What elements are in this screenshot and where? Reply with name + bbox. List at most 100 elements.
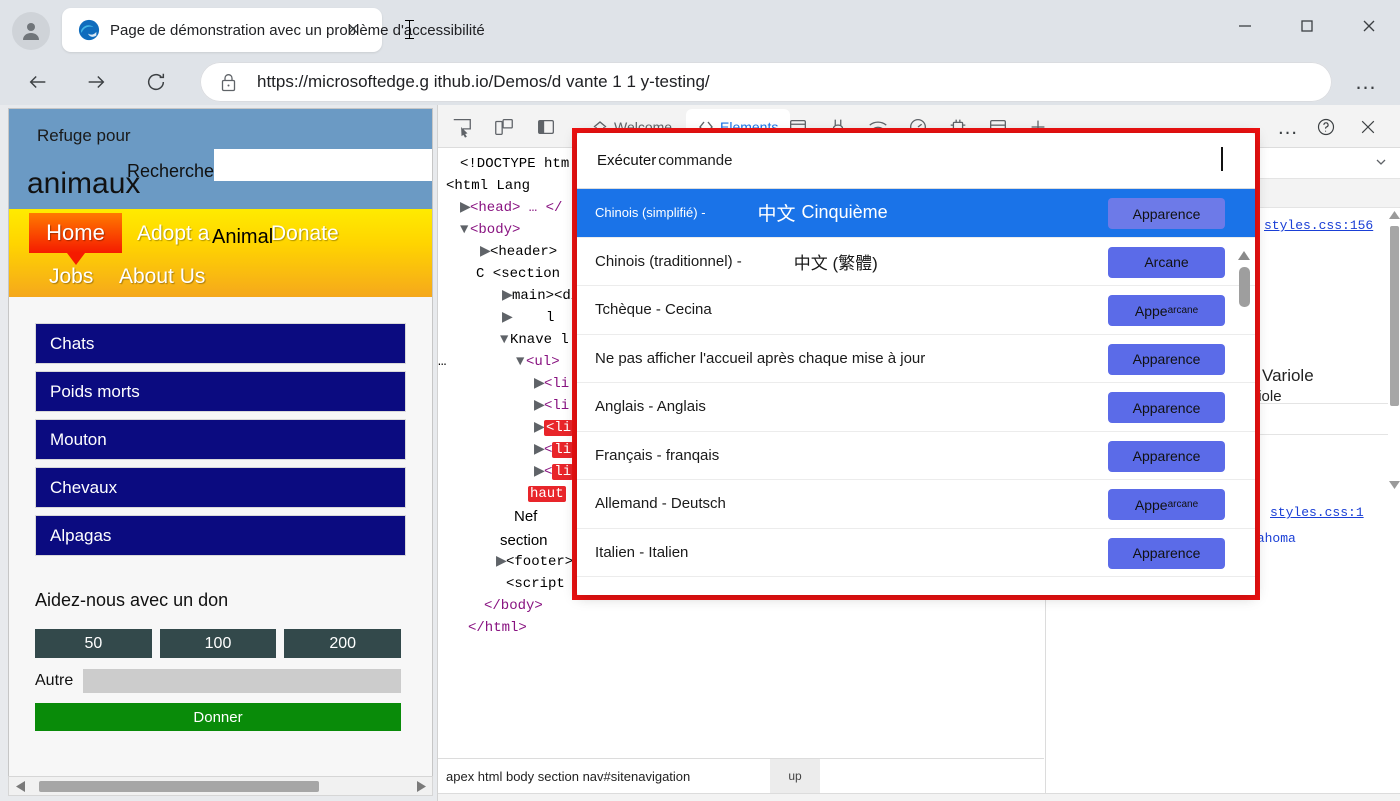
badge-sub: arcane xyxy=(1167,305,1199,316)
dom-node[interactable]: <script xyxy=(506,576,565,593)
dom-node[interactable]: </html> xyxy=(468,620,527,637)
browser-tab[interactable]: Page de démonstration avec un problème d… xyxy=(62,8,485,52)
dom-node[interactable]: <html Lang xyxy=(446,178,530,195)
nav-item-adopt[interactable]: Adopt a xyxy=(137,222,209,246)
command-item[interactable]: Chinois (simplifié) - 中文 Cinquième Appar… xyxy=(577,189,1255,238)
command-item[interactable]: Français - franqais Apparence xyxy=(577,432,1255,480)
command-item[interactable]: Chinois (traditionnel) - 中文 (繁體) Arcane xyxy=(577,238,1255,286)
device-toggle-icon[interactable] xyxy=(486,112,522,142)
close-devtools-icon[interactable] xyxy=(1351,112,1385,142)
dom-node[interactable]: ▶<li xyxy=(534,376,569,393)
command-item[interactable]: Anglais - Anglais Apparence xyxy=(577,383,1255,432)
nav-item-home[interactable]: Home xyxy=(29,213,122,265)
breadcrumb-text[interactable]: apex html body section nav#sitenavigatio… xyxy=(438,769,690,784)
profile-avatar[interactable] xyxy=(12,12,50,50)
nav-item-jobs[interactable]: Jobs xyxy=(49,265,93,289)
dom-node-label: <li xyxy=(544,420,574,436)
reload-button[interactable] xyxy=(136,62,176,102)
command-item[interactable]: Italien - Italien Apparence xyxy=(577,529,1255,577)
back-button[interactable] xyxy=(18,62,58,102)
dom-node-error[interactable]: ▶<li xyxy=(534,464,574,481)
scroll-thumb[interactable] xyxy=(1239,267,1250,307)
donate-amount-100[interactable]: 100 xyxy=(159,629,277,658)
more-options-icon[interactable]: … xyxy=(1271,112,1305,142)
command-item-label: Français - franqais xyxy=(595,446,720,464)
site-title-line2: animaux xyxy=(27,167,141,200)
category-item[interactable]: Chevaux xyxy=(35,467,406,508)
dock-side-icon[interactable] xyxy=(528,112,564,142)
command-item[interactable]: Tchèque - Cecina Appe arcane xyxy=(577,286,1255,335)
dom-node[interactable]: Nef xyxy=(514,508,537,525)
chevron-down-icon[interactable] xyxy=(1373,154,1389,173)
category-item[interactable]: Mouton xyxy=(35,419,406,460)
close-window-button[interactable] xyxy=(1338,0,1400,52)
dom-node[interactable]: ▼ <ul> xyxy=(516,354,560,371)
inspect-element-icon[interactable] xyxy=(444,112,480,142)
command-item-badge[interactable]: Apparence xyxy=(1108,392,1225,423)
browser-chrome: Page de démonstration avec un problème d… xyxy=(0,0,1400,105)
badge-sub: arcane xyxy=(1167,499,1199,510)
scroll-left-icon[interactable] xyxy=(12,779,28,794)
command-item-badge[interactable]: Appe arcane xyxy=(1108,295,1225,326)
dom-node[interactable]: ▶<header> xyxy=(480,244,557,261)
command-item-badge[interactable]: Appe arcane xyxy=(1108,489,1225,520)
dom-node[interactable]: ▼ Knave l xyxy=(500,332,569,349)
nav-item-donate[interactable]: Donate xyxy=(271,222,339,246)
page-horizontal-scrollbar[interactable] xyxy=(8,776,433,796)
dom-node[interactable]: section xyxy=(500,532,548,549)
command-item-badge[interactable]: Apparence xyxy=(1108,198,1225,229)
style-source-link[interactable]: styles.css:156 xyxy=(1264,218,1373,233)
command-item-badge[interactable]: Apparence xyxy=(1108,440,1225,472)
style-source-link[interactable]: styles.css:1 xyxy=(1270,505,1364,520)
scroll-right-icon[interactable] xyxy=(413,779,429,794)
forward-button[interactable] xyxy=(76,62,116,102)
scroll-thumb-h[interactable] xyxy=(39,781,319,792)
other-amount-input[interactable] xyxy=(83,669,401,693)
tab-title: Page de démonstration avec un problème d… xyxy=(110,21,485,39)
donate-submit-button[interactable]: Donner xyxy=(35,703,401,731)
nav-item-about[interactable]: About Us xyxy=(119,265,205,289)
dom-node[interactable]: C <section xyxy=(476,266,560,283)
dom-node[interactable]: ▶<head> … </ xyxy=(460,200,562,217)
dom-node-error[interactable]: haut xyxy=(528,486,566,503)
scroll-thumb[interactable] xyxy=(1390,226,1399,406)
category-item[interactable]: Chats xyxy=(35,323,406,364)
dom-node[interactable]: ▶ l xyxy=(502,310,554,327)
donate-amount-200[interactable]: 200 xyxy=(284,629,402,658)
donation-amount-row: 50 100 200 xyxy=(35,629,402,658)
category-item[interactable]: Alpagas xyxy=(35,515,406,556)
command-item-badge[interactable]: Apparence xyxy=(1108,343,1225,375)
command-input-row[interactable]: Exécuter commande xyxy=(577,133,1255,189)
command-item[interactable]: Ne pas afficher l'accueil après chaque m… xyxy=(577,335,1255,383)
dom-node[interactable]: ▶<footer> xyxy=(496,554,573,571)
scroll-up-icon[interactable] xyxy=(1236,247,1252,263)
breadcrumb[interactable]: apex html body section nav#sitenavigatio… xyxy=(438,758,1044,793)
command-input[interactable]: commande xyxy=(658,152,732,169)
category-item[interactable]: Poids morts xyxy=(35,371,406,412)
dom-node[interactable]: ▶<li xyxy=(534,398,569,415)
command-item-badge[interactable]: Arcane xyxy=(1108,246,1225,278)
donation-other-row: Autre xyxy=(35,669,401,693)
command-list-scrollbar[interactable] xyxy=(1236,247,1252,595)
command-item[interactable]: Allemand - Deutsch Appe arcane xyxy=(577,480,1255,529)
minimize-button[interactable] xyxy=(1214,0,1276,52)
dom-node[interactable]: </body> xyxy=(484,598,543,615)
dom-node[interactable]: <!DOCTYPE htm xyxy=(460,156,569,173)
help-icon[interactable] xyxy=(1309,112,1343,142)
scroll-up-icon[interactable] xyxy=(1389,208,1400,222)
scroll-down-icon[interactable] xyxy=(1389,478,1400,492)
command-item-badge[interactable]: Apparence xyxy=(1108,537,1225,569)
dom-node[interactable]: ▼ <body> xyxy=(460,222,520,239)
browser-settings-button[interactable]: … xyxy=(1346,66,1386,98)
command-palette[interactable]: Exécuter commande Chinois (simplifié) - … xyxy=(577,133,1255,595)
donate-amount-50[interactable]: 50 xyxy=(35,629,152,658)
tab-close-button[interactable]: × xyxy=(348,20,359,38)
search-input[interactable] xyxy=(214,149,432,181)
maximize-button[interactable] xyxy=(1276,0,1338,52)
styles-scrollbar[interactable] xyxy=(1388,208,1400,793)
nav-item-animal[interactable]: Animal xyxy=(212,226,273,249)
dom-node-error[interactable]: ▶<li xyxy=(534,420,574,437)
address-bar[interactable]: https://microsoftedge.g ithub.io/Demos/d… xyxy=(200,62,1332,102)
dom-node-error[interactable]: ▶<li xyxy=(534,442,574,459)
breadcrumb-up-button[interactable]: up xyxy=(770,759,820,793)
